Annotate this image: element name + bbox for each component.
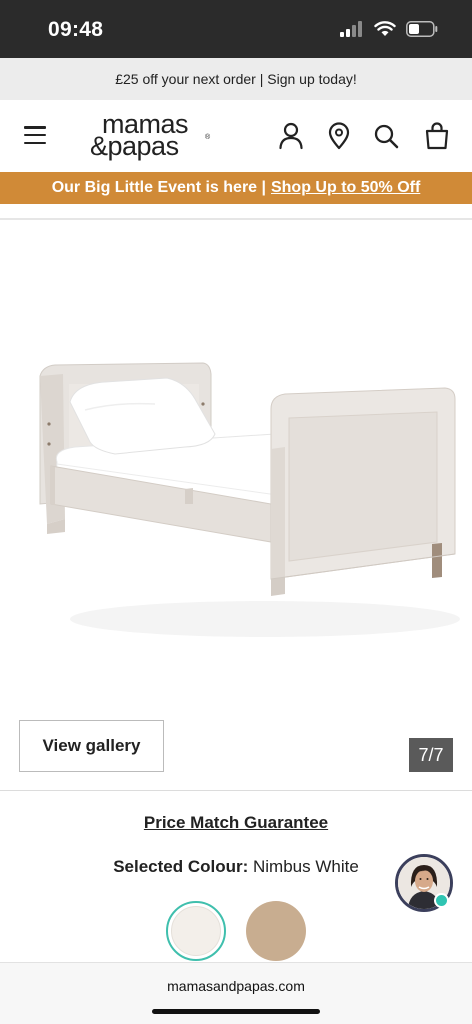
status-bar: 09:48	[0, 0, 472, 58]
image-counter: 7/7	[409, 738, 453, 772]
browser-url-bar[interactable]: mamasandpapas.com	[0, 962, 472, 1024]
colour-swatch-nimbus-white[interactable]	[166, 901, 226, 961]
logo-text-papas: &papas	[90, 131, 179, 161]
status-icons	[340, 21, 438, 37]
home-indicator[interactable]	[152, 1009, 320, 1014]
view-gallery-button[interactable]: View gallery	[19, 720, 164, 772]
hamburger-menu-icon[interactable]	[24, 126, 46, 144]
divider	[0, 218, 472, 220]
swatch-fill	[171, 906, 221, 956]
divider	[0, 790, 472, 791]
event-banner-link[interactable]: Shop Up to 50% Off	[271, 179, 420, 197]
selected-colour-value: Nimbus White	[248, 857, 359, 876]
event-banner-text: Our Big Little Event is here |	[51, 179, 266, 196]
product-image-toddler-bed[interactable]	[35, 354, 465, 649]
url-text[interactable]: mamasandpapas.com	[0, 978, 472, 994]
battery-icon	[406, 21, 438, 37]
cellular-signal-icon	[340, 21, 362, 37]
search-icon[interactable]	[373, 122, 399, 150]
chat-online-status-dot	[434, 893, 449, 908]
colour-swatch-taupe[interactable]	[246, 901, 306, 961]
account-icon[interactable]	[278, 122, 304, 150]
brand-logo[interactable]: mamas &papas ®	[90, 110, 216, 164]
status-time: 09:48	[48, 18, 104, 41]
product-gallery: View gallery 7/7	[0, 204, 472, 789]
site-header: mamas &papas ®	[0, 100, 472, 172]
wifi-icon	[374, 21, 396, 36]
selected-colour-label: Selected Colour:	[113, 857, 249, 876]
shopping-bag-icon[interactable]	[424, 122, 450, 150]
price-match-guarantee-link[interactable]: Price Match Guarantee	[0, 813, 472, 833]
store-locator-icon[interactable]	[326, 122, 352, 150]
logo-registered-mark: ®	[205, 134, 211, 141]
signup-promo-banner[interactable]: £25 off your next order | Sign up today!	[0, 58, 472, 100]
event-banner[interactable]: Our Big Little Event is here | Shop Up t…	[0, 172, 472, 204]
promo-text: £25 off your next order | Sign up today!	[115, 71, 357, 87]
